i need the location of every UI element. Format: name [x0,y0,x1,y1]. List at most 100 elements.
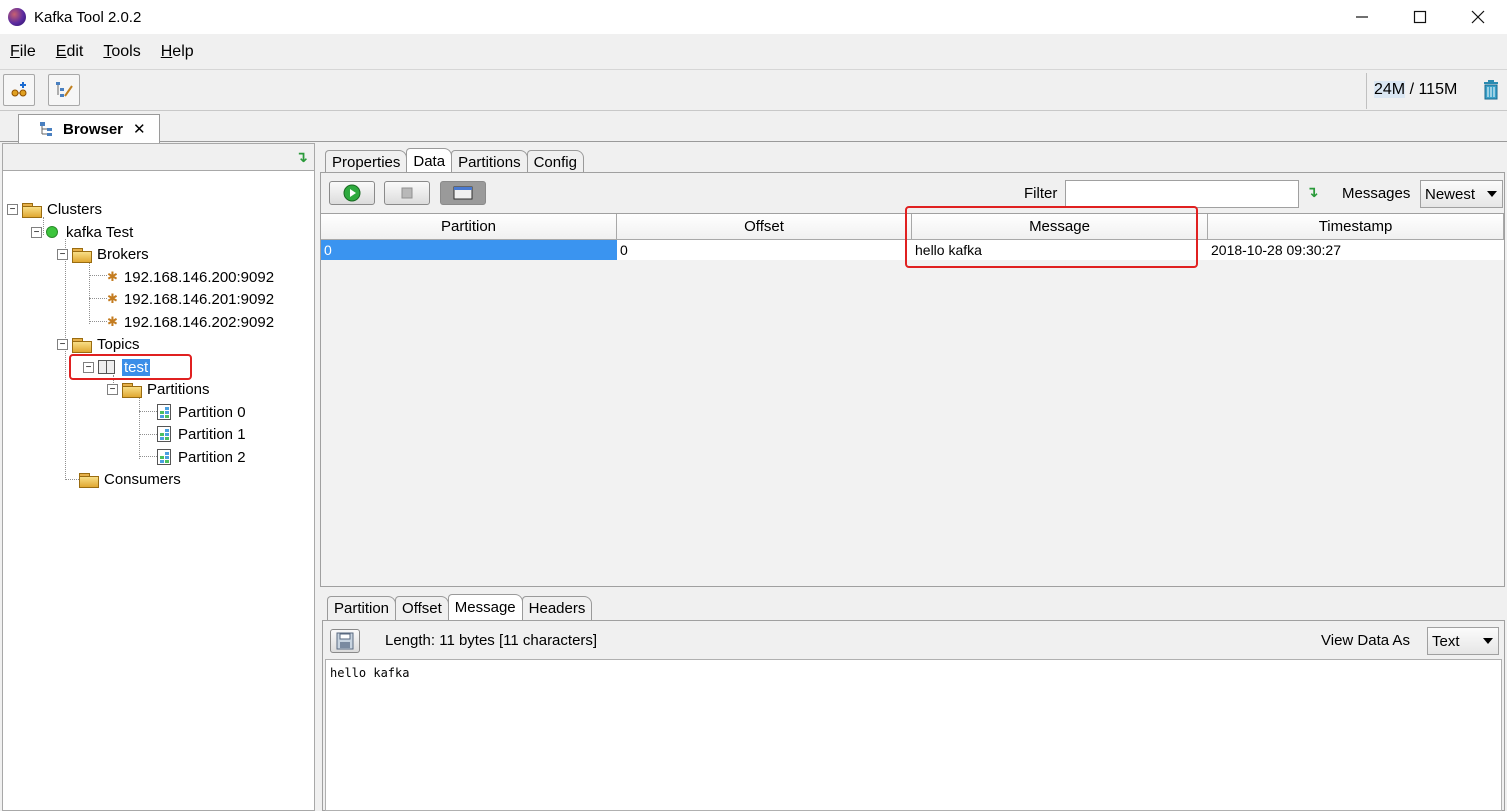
menu-file[interactable]: File [10,43,36,61]
edit-cluster-button[interactable] [48,74,80,106]
tree-node-label: Consumers [104,470,181,488]
cell-timestamp[interactable]: 2018-10-28 09:30:27 [1208,240,1504,260]
highlight-box [69,354,192,380]
tree-node-broker[interactable]: ✱ 192.168.146.202:9092 [107,311,274,333]
tree-node-partition[interactable]: Partition 2 [157,446,246,468]
tree-connector [65,239,66,480]
open-folder-icon [122,382,142,398]
tree-connector [139,434,157,435]
messages-select-value: Newest [1425,185,1476,203]
tree-node-broker[interactable]: ✱ 192.168.146.200:9092 [107,266,274,288]
garbage-collect-button[interactable] [1482,79,1500,105]
column-offset[interactable]: Offset [617,214,912,240]
view-data-as-select[interactable]: Text [1427,627,1499,655]
partition-icon [157,404,171,420]
messages-select[interactable]: Newest [1420,180,1503,208]
tab-properties[interactable]: Properties [325,150,408,174]
tree-node-partition[interactable]: Partition 0 [157,401,246,423]
collapse-icon[interactable]: − [57,248,68,260]
minimize-button[interactable] [1333,0,1391,34]
messages-table: Partition Offset Message Timestamp 0 0 h… [321,213,1504,586]
tab-detail-partition[interactable]: Partition [327,596,397,620]
tree-node-label: Partition 2 [178,448,246,466]
title-bar: Kafka Tool 2.0.2 [0,0,1507,34]
add-cluster-button[interactable] [3,74,35,106]
menu-tools[interactable]: Tools [103,43,140,61]
cell-partition[interactable]: 0 [321,240,617,260]
window-icon [453,186,473,200]
tree-node-label: Brokers [97,245,149,263]
tree-node-broker[interactable]: ✱ 192.168.146.201:9092 [107,288,274,310]
menu-edit[interactable]: Edit [56,43,84,61]
retrieve-messages-button[interactable] [329,181,375,205]
tab-detail-headers[interactable]: Headers [521,596,593,620]
kafka-tool-logo-icon [8,8,26,26]
tree-node-consumers[interactable]: Consumers [79,468,181,490]
menu-bar: File Edit Tools Help [0,34,1507,70]
tree-node-partitions[interactable]: − Partitions [107,378,210,400]
cell-offset[interactable]: 0 [617,240,912,260]
tab-partitions[interactable]: Partitions [451,150,528,174]
menu-help[interactable]: Help [161,43,194,61]
tree-node-partition[interactable]: Partition 1 [157,423,246,445]
open-folder-icon [79,472,99,488]
view-data-as-value: Text [1432,632,1460,650]
broker-gear-icon: ✱ [107,269,118,284]
tree-connector [89,262,90,324]
tab-detail-message[interactable]: Message [447,594,523,620]
tree-connector [89,275,107,276]
broker-gear-icon: ✱ [107,314,118,329]
close-tab-icon[interactable]: ✕ [133,120,146,138]
broker-gear-icon: ✱ [107,291,118,306]
tree-connector [139,411,157,412]
column-timestamp[interactable]: Timestamp [1208,214,1504,240]
message-content[interactable]: hello kafka [325,659,1502,811]
memory-total: / 115M [1405,81,1458,98]
collapse-icon[interactable]: − [107,383,118,395]
minimize-icon [1356,16,1368,18]
collapse-icon[interactable]: − [57,338,68,350]
toggle-view-button[interactable] [440,181,486,205]
save-icon [336,632,354,650]
tab-browser[interactable]: Browser ✕ [18,114,160,143]
tab-config[interactable]: Config [526,150,584,174]
apply-filter-icon[interactable]: ↴ [1306,183,1319,201]
maximize-button[interactable] [1391,0,1449,34]
menu-file-mnemonic: F [10,42,20,60]
tree-node-brokers[interactable]: − Brokers [57,243,149,265]
tree-connector [65,479,79,480]
collapse-icon[interactable]: − [31,226,42,238]
tree-node-topics[interactable]: − Topics [57,333,140,355]
add-cluster-icon [11,82,27,97]
main-tab-strip: Browser ✕ [0,112,1507,143]
open-folder-icon [72,337,92,353]
maximize-icon [1413,10,1427,24]
window-controls [1333,0,1507,34]
menu-edit-mnemonic: E [55,42,67,60]
messages-label: Messages [1342,185,1411,202]
tree-connector [139,456,157,457]
tab-data[interactable]: Data [406,148,453,174]
play-icon [343,184,361,202]
chevron-down-icon [1487,191,1497,197]
tree-node-label: 192.168.146.202:9092 [123,313,275,331]
tree-node-cluster[interactable]: − kafka Test [31,221,133,243]
partition-icon [157,449,171,465]
topic-tabs: Properties Data Partitions Config [325,148,584,174]
column-partition[interactable]: Partition [321,214,617,240]
close-button[interactable] [1449,0,1507,34]
filter-input[interactable] [1065,180,1299,208]
tree-node-clusters[interactable]: − Clusters [7,198,102,220]
tree-connector [139,397,140,459]
tree-node-label: kafka Test [66,223,134,241]
collapse-icon[interactable]: − [7,203,18,215]
tree-panel-header: ↴ [3,144,314,171]
refresh-icon[interactable]: ↴ [295,148,308,166]
save-message-button[interactable] [330,629,360,653]
stop-button[interactable] [384,181,430,205]
tree-node-label: Topics [97,335,140,353]
stop-icon [401,187,413,199]
tree-node-label: 192.168.146.200:9092 [123,268,275,286]
tab-detail-offset[interactable]: Offset [395,596,449,620]
toolbar: 24M / 115M [0,71,1507,111]
